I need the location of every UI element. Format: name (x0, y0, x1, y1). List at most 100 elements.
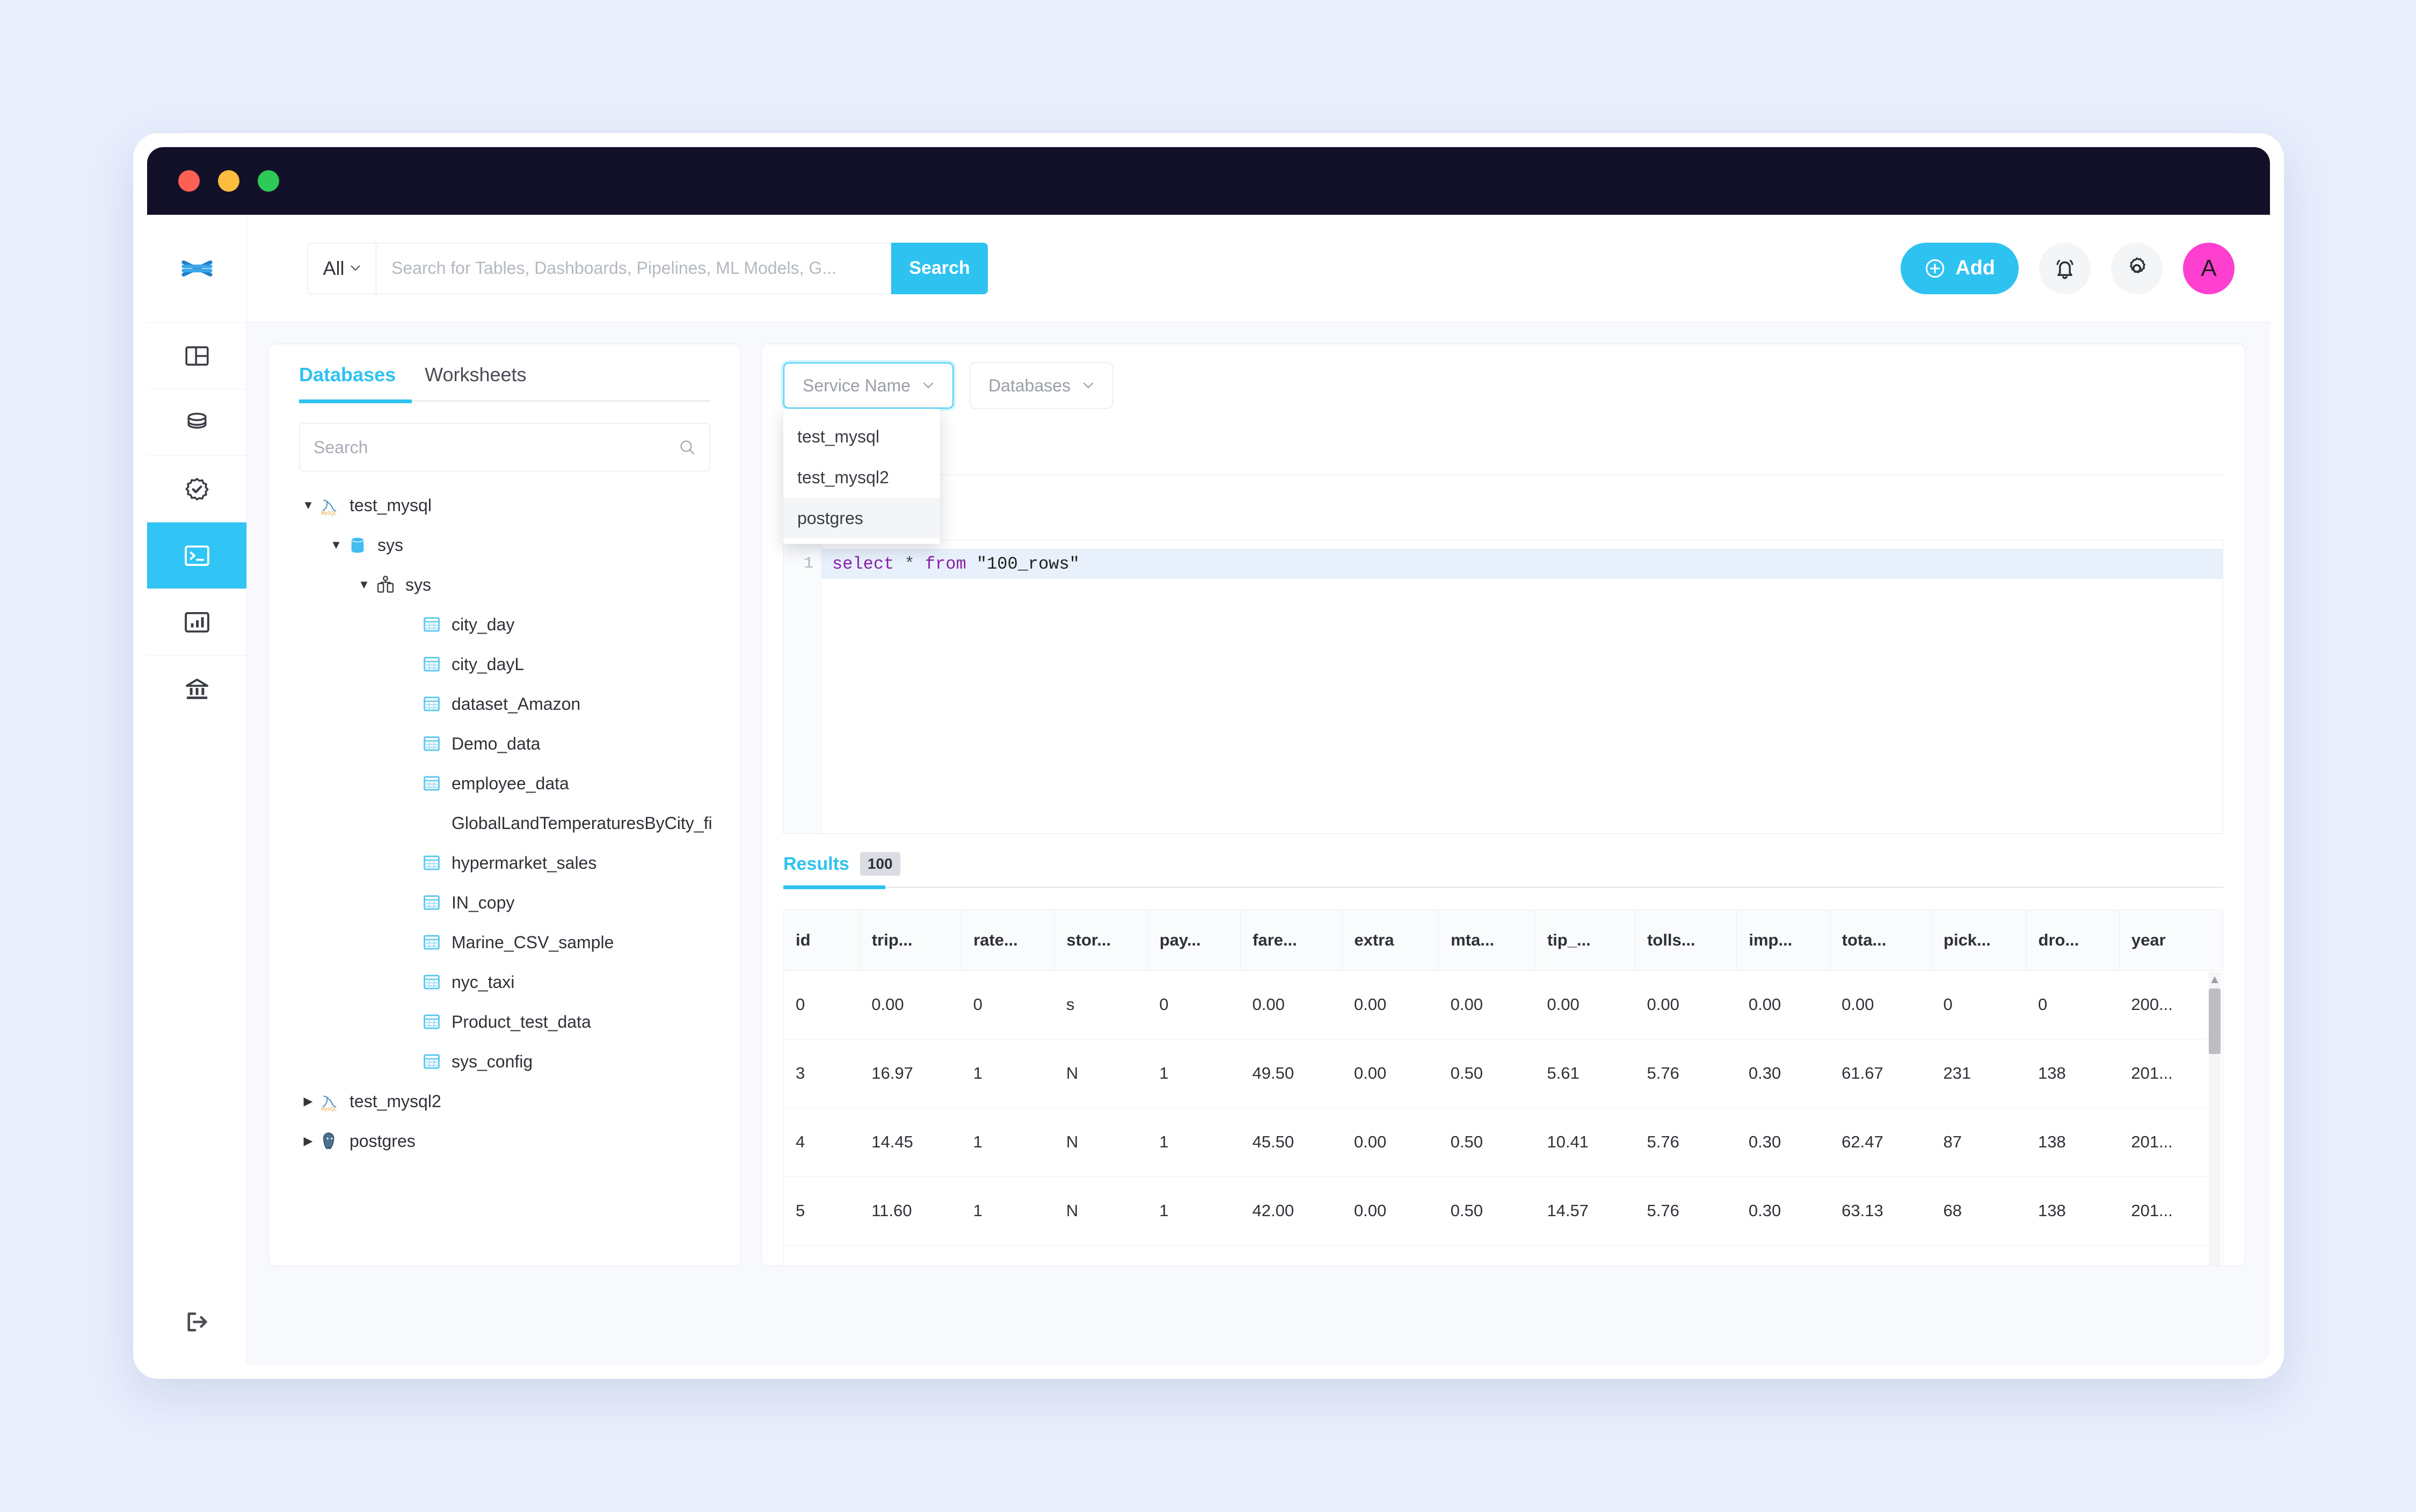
results-tab[interactable]: Results 100 (783, 852, 2223, 876)
tree-node[interactable]: employee_data (294, 764, 724, 803)
tree-node[interactable]: ▼MySQLtest_mysql (294, 485, 724, 525)
tree-node[interactable]: ▶MySQLtest_mysql2 (294, 1081, 724, 1121)
results-column-header[interactable]: tolls... (1635, 910, 1736, 970)
tree-node[interactable]: Marine_CSV_sample (294, 922, 724, 962)
sql-table-name: "100_rows" (966, 554, 1080, 574)
topbar-actions: Add (1901, 243, 2235, 294)
service-option[interactable]: test_mysql2 (783, 457, 940, 498)
table-cell: N (1054, 1039, 1147, 1108)
tree-node[interactable]: ▼sys (294, 565, 724, 605)
service-option[interactable]: postgres (783, 498, 940, 539)
table-cell: 0.00 (1342, 1176, 1439, 1245)
databases-select-label: Databases (988, 376, 1071, 396)
results-column-header[interactable]: pick... (1932, 910, 2027, 970)
sidebar-item-explore[interactable] (147, 322, 246, 389)
tree-node[interactable]: Demo_data (294, 724, 724, 764)
editor-code-line: select * from "100_rows" (821, 549, 2223, 579)
tree-node[interactable]: hypermarket_sales (294, 843, 724, 883)
results-vertical-scrollbar[interactable] (2209, 972, 2221, 1266)
table-cell: 0 (1147, 970, 1240, 1039)
logout-button[interactable] (147, 1279, 246, 1365)
tree-node[interactable]: GlobalLandTemperaturesByCity_fi (294, 803, 724, 843)
table-cell: 0.30 (1737, 1176, 1830, 1245)
table-icon (423, 1052, 441, 1071)
results-column-header[interactable]: stor... (1054, 910, 1147, 970)
databases-select[interactable]: Databases (970, 362, 1113, 409)
tree-node[interactable]: Product_test_data (294, 1002, 724, 1042)
table-cell: 3 (784, 1039, 860, 1108)
results-scrollbar-thumb[interactable] (2209, 988, 2221, 1054)
top-bar: All Search (247, 215, 2270, 322)
results-column-header[interactable]: rate... (962, 910, 1054, 970)
tree-node[interactable]: sys_config (294, 1042, 724, 1081)
tree-node[interactable]: city_day (294, 605, 724, 644)
table-cell: 5.61 (1535, 1039, 1635, 1108)
results-column-header[interactable]: pay... (1147, 910, 1240, 970)
caret-right-icon[interactable]: ▶ (299, 1094, 317, 1108)
results-column-header[interactable]: extra (1342, 910, 1439, 970)
table-cell: 0 (784, 970, 860, 1039)
service-name-dropdown-menu[interactable]: test_mysqltest_mysql2postgres (783, 409, 940, 544)
explorer-search[interactable] (299, 423, 710, 471)
caret-down-icon[interactable]: ▼ (327, 538, 345, 552)
tree-node[interactable]: dataset_Amazon (294, 684, 724, 724)
tree-node[interactable]: ▶postgres (294, 1121, 724, 1161)
tree-node[interactable]: ▼sys (294, 525, 724, 565)
sql-editor[interactable]: 1 select * from "100_rows" (783, 540, 2223, 834)
results-column-header[interactable]: dro... (2026, 910, 2119, 970)
logout-icon (185, 1311, 209, 1333)
tree-node[interactable]: IN_copy (294, 883, 724, 922)
sidebar-item-insights[interactable] (147, 588, 246, 655)
close-window-button[interactable] (178, 170, 200, 192)
table-row[interactable]: 00.000s00.000.000.000.000.000.000.000020… (784, 970, 2223, 1039)
editor-code-area[interactable]: select * from "100_rows" (821, 540, 2223, 833)
results-column-header[interactable]: year (2119, 910, 2223, 970)
table-cell: 5 (784, 1176, 860, 1245)
content-area: Databases Worksheets (247, 322, 2270, 1365)
table-row[interactable]: 316.971N149.500.000.505.615.760.3061.672… (784, 1039, 2223, 1108)
results-column-header[interactable]: fare... (1241, 910, 1342, 970)
explorer-tab-underline (299, 400, 710, 402)
avatar[interactable]: A (2183, 243, 2235, 294)
table-row[interactable]: 511.601N142.000.000.5014.575.760.3063.13… (784, 1176, 2223, 1245)
results-column-header[interactable]: tota... (1830, 910, 1931, 970)
tree-node[interactable]: nyc_taxi (294, 962, 724, 1002)
maximize-window-button[interactable] (258, 170, 279, 192)
tab-databases[interactable]: Databases (299, 364, 396, 400)
results-column-header[interactable]: id (784, 910, 860, 970)
table-cell: 14.57 (1535, 1176, 1635, 1245)
sidebar-item-sql-workbench[interactable] (147, 522, 246, 588)
caret-down-icon[interactable]: ▼ (299, 498, 317, 512)
add-button[interactable]: Add (1901, 243, 2019, 294)
table-row[interactable]: 414.451N145.500.000.5010.415.760.3062.47… (784, 1108, 2223, 1176)
caret-down-icon[interactable]: ▼ (355, 578, 373, 592)
table-icon (423, 933, 441, 951)
table-cell: 0 (962, 970, 1054, 1039)
app-logo[interactable] (147, 215, 246, 322)
sidebar-item-databases[interactable] (147, 389, 246, 455)
schema-icon (373, 575, 398, 595)
sidebar-item-governance[interactable] (147, 655, 246, 722)
tree-node[interactable]: city_dayL (294, 644, 724, 684)
editor-gutter: 1 (784, 540, 821, 833)
service-name-select[interactable]: Service Name (783, 362, 954, 409)
search-scope-dropdown[interactable]: All (307, 243, 376, 294)
settings-button[interactable] (2111, 243, 2163, 294)
explorer-search-input[interactable] (314, 438, 679, 457)
results-column-header[interactable]: mta... (1439, 910, 1536, 970)
search-button[interactable]: Search (891, 243, 988, 294)
search-input[interactable] (376, 243, 891, 294)
tab-worksheets[interactable]: Worksheets (425, 364, 526, 400)
results-column-header[interactable]: tip_... (1535, 910, 1635, 970)
service-option[interactable]: test_mysql (783, 416, 940, 457)
results-column-header[interactable]: trip... (860, 910, 961, 970)
results-column-header[interactable]: imp... (1737, 910, 1830, 970)
explorer-tabs: Databases Worksheets (269, 364, 740, 400)
caret-right-icon[interactable]: ▶ (299, 1134, 317, 1148)
minimize-window-button[interactable] (218, 170, 239, 192)
table-icon (423, 1013, 441, 1031)
sidebar-item-quality[interactable] (147, 455, 246, 522)
table-icon (423, 735, 441, 753)
scroll-up-arrow-icon[interactable]: ▲ (2208, 976, 2221, 983)
notifications-button[interactable] (2039, 243, 2091, 294)
